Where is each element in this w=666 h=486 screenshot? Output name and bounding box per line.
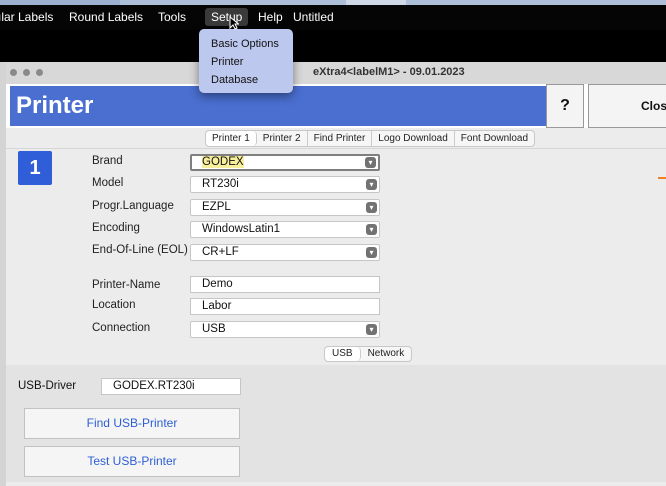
zoom-window-dot[interactable] xyxy=(36,69,43,76)
tab-font-download[interactable]: Font Download xyxy=(455,131,534,146)
encoding-label: Encoding xyxy=(92,222,140,234)
usb-driver-input[interactable]: GODEX.RT230i xyxy=(101,378,241,395)
setup-dropdown-menu: Basic Options Printer Database xyxy=(199,29,293,93)
tab-printer-2[interactable]: Printer 2 xyxy=(257,131,308,146)
settings-panel: Printer 1 Printer 2 Find Printer Logo Do… xyxy=(6,128,666,486)
menu-round-labels[interactable]: Round Labels xyxy=(69,10,143,24)
close-button[interactable]: Clos xyxy=(588,84,666,128)
window-titlebar: eXtra4<labelM1> - 09.01.2023 xyxy=(6,62,666,85)
language-label: Progr.Language xyxy=(92,200,174,212)
connection-tabs: USB Network xyxy=(324,346,413,362)
chevron-down-icon: ▾ xyxy=(366,224,377,235)
language-select[interactable]: EZPL ▾ xyxy=(190,199,380,216)
chevron-down-icon: ▾ xyxy=(366,179,377,190)
tab-usb[interactable]: USB xyxy=(325,347,361,361)
eol-value: CR+LF xyxy=(202,246,239,258)
close-window-dot[interactable] xyxy=(10,69,17,76)
menu-item-database[interactable]: Database xyxy=(211,74,258,86)
menu-item-printer[interactable]: Printer xyxy=(211,56,243,68)
chevron-down-icon: ▾ xyxy=(366,202,377,213)
menu-regular-labels[interactable]: ılar Labels xyxy=(0,10,53,24)
printer-number-badge: 1 xyxy=(18,151,52,185)
mouse-cursor-icon xyxy=(229,16,239,30)
location-input[interactable]: Labor xyxy=(190,298,380,315)
menu-tools[interactable]: Tools xyxy=(158,10,186,24)
tab-find-printer[interactable]: Find Printer xyxy=(308,131,373,146)
connection-value: USB xyxy=(202,323,226,335)
printer-name-label: Printer-Name xyxy=(92,279,161,291)
encoding-select[interactable]: WindowsLatin1 ▾ xyxy=(190,221,380,238)
dark-background-band xyxy=(0,30,666,62)
menu-item-basic-options[interactable]: Basic Options xyxy=(211,38,279,50)
chevron-down-icon: ▾ xyxy=(366,324,377,335)
menu-bar: ılar Labels Round Labels Tools Setup Hel… xyxy=(0,5,666,30)
model-value: RT230i xyxy=(202,178,239,190)
help-button[interactable]: ? xyxy=(546,84,584,128)
brand-value: GODEX xyxy=(202,156,244,168)
orange-marker xyxy=(658,177,666,179)
connection-select[interactable]: USB ▾ xyxy=(190,321,380,338)
menu-untitled[interactable]: Untitled xyxy=(293,10,334,24)
usb-section: USB-Driver GODEX.RT230i Find USB-Printer… xyxy=(6,365,666,482)
language-value: EZPL xyxy=(202,201,231,213)
printer-name-input[interactable]: Demo xyxy=(190,276,380,293)
minimize-window-dot[interactable] xyxy=(23,69,30,76)
page-header: Printer ? Clos xyxy=(6,84,666,128)
connection-label: Connection xyxy=(92,322,151,334)
chevron-down-icon: ▾ xyxy=(365,157,376,168)
test-usb-printer-button[interactable]: Test USB-Printer xyxy=(24,446,240,477)
tab-network[interactable]: Network xyxy=(361,347,412,361)
menu-setup[interactable]: Setup xyxy=(205,8,249,26)
tab-logo-download[interactable]: Logo Download xyxy=(372,131,455,146)
divider xyxy=(6,148,666,149)
brand-label: Brand xyxy=(92,155,123,167)
brand-select[interactable]: GODEX ▾ xyxy=(190,154,380,171)
location-label: Location xyxy=(92,299,136,311)
eol-select[interactable]: CR+LF ▾ xyxy=(190,244,380,261)
menu-help[interactable]: Help xyxy=(258,10,283,24)
model-select[interactable]: RT230i ▾ xyxy=(190,176,380,193)
app-window: eXtra4<labelM1> - 09.01.2023 Printer ? C… xyxy=(6,62,666,486)
usb-driver-label: USB-Driver xyxy=(18,380,77,392)
tab-printer-1[interactable]: Printer 1 xyxy=(206,131,257,146)
model-label: Model xyxy=(92,177,124,189)
printer-tabs: Printer 1 Printer 2 Find Printer Logo Do… xyxy=(205,130,536,147)
encoding-value: WindowsLatin1 xyxy=(202,223,280,235)
window-title: eXtra4<labelM1> - 09.01.2023 xyxy=(313,66,465,78)
find-usb-printer-button[interactable]: Find USB-Printer xyxy=(24,408,240,439)
eol-label: End-Of-Line (EOL) xyxy=(92,244,188,256)
chevron-down-icon: ▾ xyxy=(366,247,377,258)
